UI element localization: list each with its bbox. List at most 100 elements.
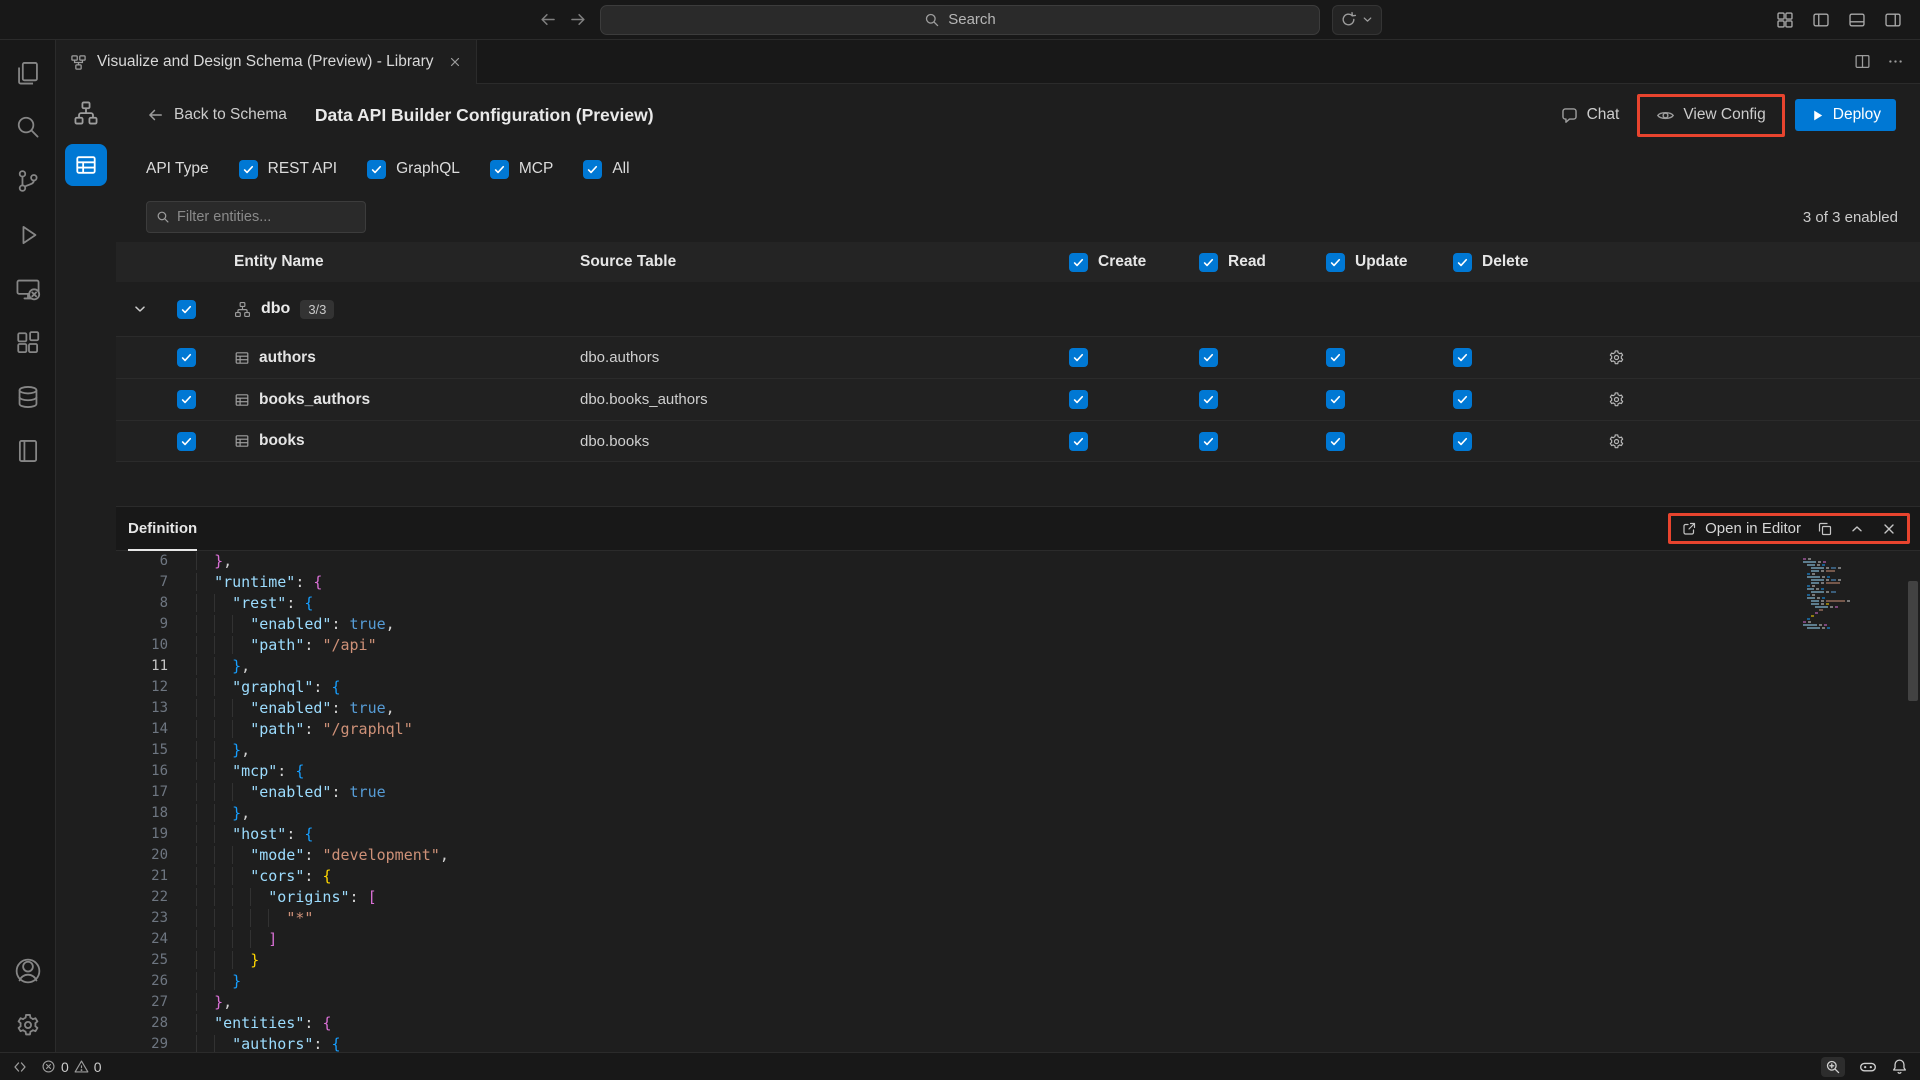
dab-config-icon[interactable] xyxy=(65,144,107,186)
search-input[interactable]: Search xyxy=(600,5,1320,35)
delete-label: Delete xyxy=(1482,253,1529,271)
search-icon xyxy=(924,12,940,28)
read-all-checkbox[interactable] xyxy=(1199,253,1218,272)
row-settings-gear-icon[interactable] xyxy=(1570,433,1680,450)
tab-title: Visualize and Design Schema (Preview) - … xyxy=(97,53,434,71)
minimap[interactable] xyxy=(1799,555,1904,627)
iterate-dropdown[interactable] xyxy=(1332,5,1382,35)
collapse-panel-icon[interactable] xyxy=(1849,521,1865,537)
entity-name: books_authors xyxy=(259,391,370,409)
table-row[interactable]: authors dbo.authors xyxy=(116,336,1920,378)
iterate-icon xyxy=(1340,11,1357,28)
table-icon xyxy=(234,392,250,408)
api-option-mcp[interactable]: MCP xyxy=(490,160,553,179)
scrollbar-thumb[interactable] xyxy=(1908,581,1918,701)
back-to-schema-link[interactable]: Back to Schema xyxy=(146,106,287,124)
warning-icon xyxy=(74,1059,89,1074)
toggle-sidebar-icon[interactable] xyxy=(1812,11,1830,29)
zoom-icon[interactable] xyxy=(1821,1057,1845,1077)
view-config-button[interactable]: View Config xyxy=(1648,100,1773,131)
back-to-schema-label: Back to Schema xyxy=(174,106,287,124)
create-all-checkbox[interactable] xyxy=(1069,253,1088,272)
extensions-icon[interactable] xyxy=(0,316,56,370)
nav-back-icon[interactable] xyxy=(538,10,557,29)
settings-gear-icon[interactable] xyxy=(0,998,56,1052)
row-settings-gear-icon[interactable] xyxy=(1570,349,1680,366)
tab-visualize-schema[interactable]: Visualize and Design Schema (Preview) - … xyxy=(56,40,477,84)
filter-entities-input[interactable] xyxy=(177,209,356,225)
all-checkbox[interactable] xyxy=(583,160,602,179)
nav-forward-icon[interactable] xyxy=(569,10,588,29)
update-checkbox[interactable] xyxy=(1326,390,1345,409)
notifications-bell-icon[interactable] xyxy=(1891,1058,1908,1075)
read-checkbox[interactable] xyxy=(1199,432,1218,451)
run-debug-icon[interactable] xyxy=(0,208,56,262)
notebook-icon[interactable] xyxy=(0,424,56,478)
row-settings-gear-icon[interactable] xyxy=(1570,391,1680,408)
database-icon[interactable] xyxy=(0,370,56,424)
row-checkbox[interactable] xyxy=(177,432,196,451)
tab-close-icon[interactable] xyxy=(448,55,462,69)
table-row[interactable]: books dbo.books xyxy=(116,420,1920,462)
update-checkbox[interactable] xyxy=(1326,432,1345,451)
table-row[interactable]: books_authors dbo.books_authors xyxy=(116,378,1920,420)
toggle-secondary-sidebar-icon[interactable] xyxy=(1884,11,1902,29)
chevron-down-icon xyxy=(1361,13,1374,26)
toggle-panel-icon[interactable] xyxy=(1848,11,1866,29)
read-checkbox[interactable] xyxy=(1199,348,1218,367)
source-control-icon[interactable] xyxy=(0,154,56,208)
copilot-icon[interactable] xyxy=(1859,1058,1877,1076)
mcp-checkbox[interactable] xyxy=(490,160,509,179)
create-checkbox[interactable] xyxy=(1069,348,1088,367)
update-all-checkbox[interactable] xyxy=(1326,253,1345,272)
more-actions-icon[interactable] xyxy=(1887,53,1904,70)
group-checkbox[interactable] xyxy=(177,300,196,319)
update-checkbox[interactable] xyxy=(1326,348,1345,367)
code-line: 10 "path": "/api" xyxy=(116,635,1790,656)
remote-indicator-icon[interactable] xyxy=(12,1059,28,1075)
schema-view-icon[interactable] xyxy=(65,92,107,134)
editor-scrollbar[interactable] xyxy=(1906,551,1920,1052)
copy-icon[interactable] xyxy=(1817,521,1833,537)
deploy-button[interactable]: Deploy xyxy=(1795,99,1896,131)
row-checkbox[interactable] xyxy=(177,348,196,367)
definition-actions: Open in Editor xyxy=(1668,513,1910,544)
open-in-editor-button[interactable]: Open in Editor xyxy=(1681,520,1801,537)
code-line: 12 "graphql": { xyxy=(116,677,1790,698)
split-editor-icon[interactable] xyxy=(1854,53,1871,70)
problems-indicator[interactable]: 0 0 xyxy=(41,1059,102,1075)
row-checkbox[interactable] xyxy=(177,390,196,409)
chat-button[interactable]: Chat xyxy=(1552,100,1628,131)
customize-layout-icon[interactable] xyxy=(1776,11,1794,29)
explorer-icon[interactable] xyxy=(0,46,56,100)
delete-checkbox[interactable] xyxy=(1453,348,1472,367)
delete-checkbox[interactable] xyxy=(1453,390,1472,409)
close-panel-icon[interactable] xyxy=(1881,521,1897,537)
schema-group-row[interactable]: dbo 3/3 xyxy=(116,282,1920,336)
all-label: All xyxy=(612,160,629,178)
graphql-label: GraphQL xyxy=(396,160,460,178)
filter-entities-box xyxy=(146,201,366,233)
search-sidebar-icon[interactable] xyxy=(0,100,56,154)
code-line: 22 "origins": [ xyxy=(116,887,1790,908)
api-option-graphql[interactable]: GraphQL xyxy=(367,160,460,179)
group-chevron-down-icon[interactable] xyxy=(116,301,164,317)
account-icon[interactable] xyxy=(0,944,56,998)
create-checkbox[interactable] xyxy=(1069,390,1088,409)
view-config-annotation: View Config xyxy=(1637,94,1784,137)
code-editor[interactable]: 6 },7 "runtime": {8 "rest": {9 "enabled"… xyxy=(116,551,1920,1052)
code-line: 8 "rest": { xyxy=(116,593,1790,614)
error-count: 0 xyxy=(61,1059,69,1075)
delete-all-checkbox[interactable] xyxy=(1453,253,1472,272)
delete-checkbox[interactable] xyxy=(1453,432,1472,451)
graphql-checkbox[interactable] xyxy=(367,160,386,179)
api-option-all[interactable]: All xyxy=(583,160,629,179)
api-option-rest[interactable]: REST API xyxy=(239,160,338,179)
create-checkbox[interactable] xyxy=(1069,432,1088,451)
remote-explorer-error-icon[interactable] xyxy=(0,262,56,316)
page-title: Data API Builder Configuration (Preview) xyxy=(315,105,654,126)
code-line: 11 }, xyxy=(116,656,1790,677)
eye-icon xyxy=(1656,106,1675,125)
read-checkbox[interactable] xyxy=(1199,390,1218,409)
rest-api-checkbox[interactable] xyxy=(239,160,258,179)
